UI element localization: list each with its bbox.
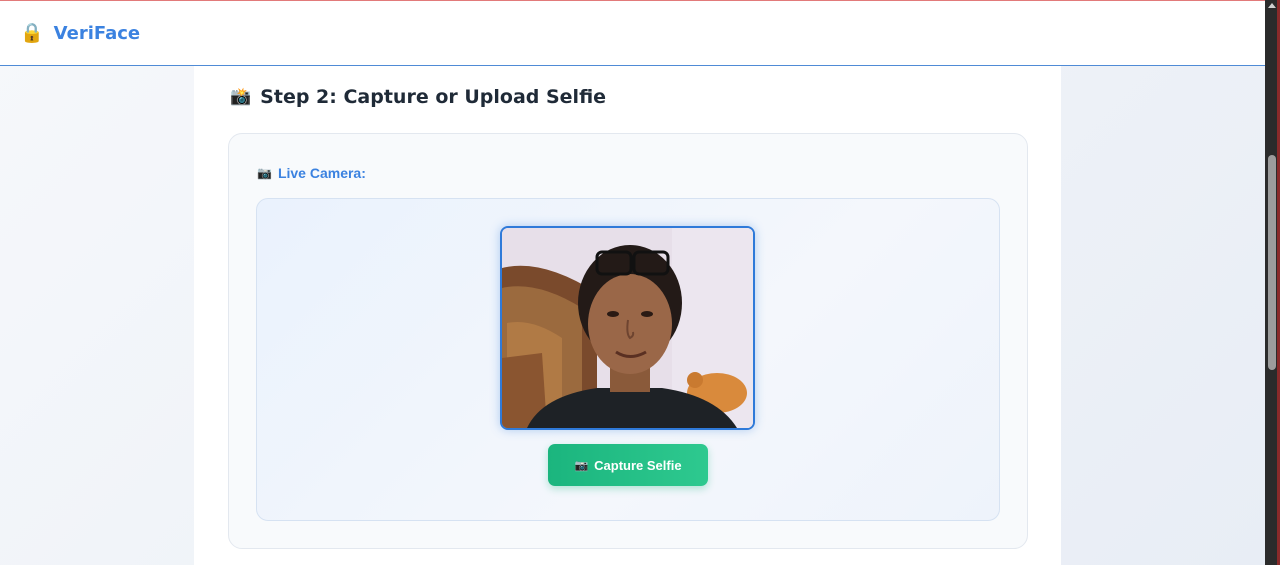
scroll-up-arrow-icon[interactable] (1268, 3, 1276, 8)
camera-container: 📷 Capture Selfie (256, 198, 1000, 521)
live-camera-label: 📷 Live Camera: (257, 165, 366, 181)
top-navbar: 🔒 VeriFace (0, 0, 1265, 66)
step-title: Step 2: Capture or Upload Selfie (260, 86, 607, 108)
brand-name[interactable]: VeriFace (54, 23, 140, 44)
live-camera-text: Live Camera: (277, 165, 366, 181)
capture-selfie-label: Capture Selfie (594, 457, 682, 473)
capture-panel: 📷 Live Camera: 📷 Capture Selfie (228, 133, 1028, 549)
camera-icon: 📸 (230, 87, 252, 107)
capture-selfie-button[interactable]: 📷 Capture Selfie (548, 444, 708, 486)
video-preview (500, 226, 755, 430)
step-heading: 📸 Step 2: Capture or Upload Selfie (230, 86, 606, 108)
lock-icon: 🔒 (20, 21, 44, 44)
camera-icon: 📷 (257, 166, 272, 180)
webcam-image (502, 228, 753, 428)
main-card: 📸 Step 2: Capture or Upload Selfie 📷 Liv… (194, 66, 1061, 565)
scrollbar-thumb[interactable] (1268, 155, 1276, 370)
camera-icon: 📷 (574, 459, 589, 472)
